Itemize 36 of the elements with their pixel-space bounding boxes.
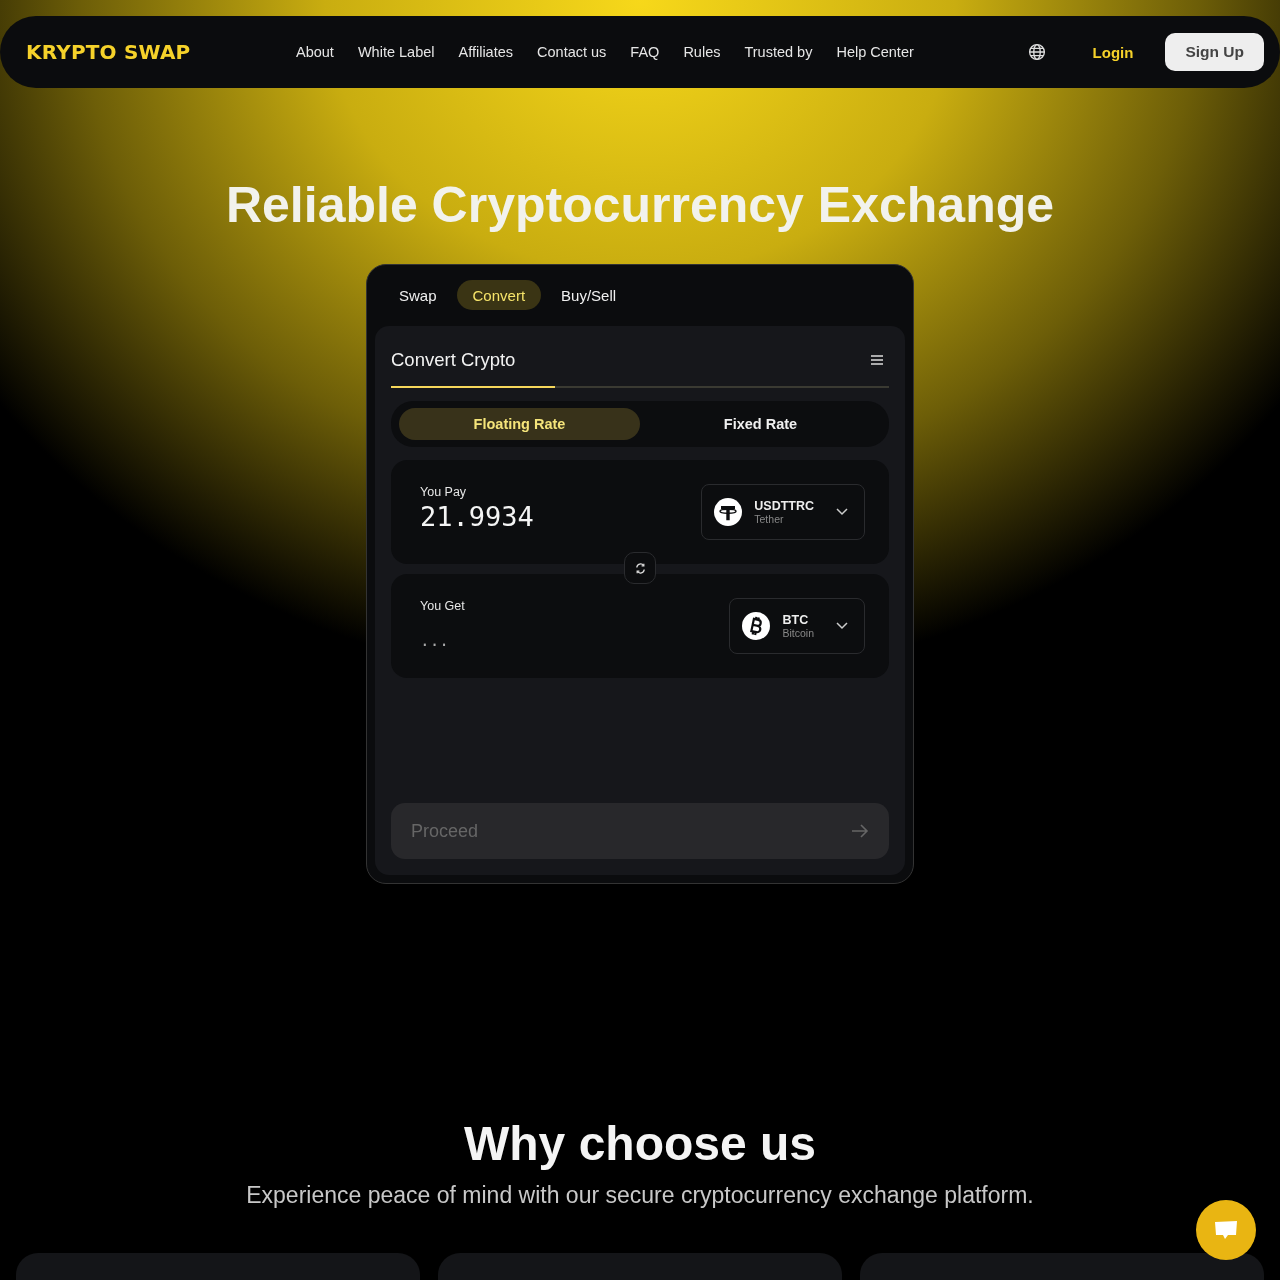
coin-selector[interactable]: USDTTRC Tether: [701, 484, 865, 540]
nav-link[interactable]: White Label: [345, 44, 447, 60]
nav-link[interactable]: About: [284, 44, 346, 60]
amount-label: You Pay: [420, 485, 468, 499]
globe-icon[interactable]: [1027, 43, 1046, 61]
menu-icon[interactable]: [871, 355, 883, 365]
bitcoin-icon: [742, 612, 771, 640]
arrow-right-icon: [851, 824, 869, 838]
rate-tab[interactable]: Fixed Rate: [640, 408, 881, 440]
login-link[interactable]: Login: [1092, 43, 1134, 61]
sign-up-button[interactable]: Sign Up: [1165, 33, 1264, 71]
coin-selector[interactable]: BTC Bitcoin: [729, 598, 865, 654]
section-title: Why choose us: [462, 1116, 818, 1172]
chat-icon: [1213, 1219, 1239, 1241]
chat-button[interactable]: [1196, 1200, 1256, 1260]
nav-link[interactable]: Trusted by: [732, 44, 825, 60]
section-subtitle: Experience peace of mind with our secure cryptocurrency exchange platform.: [245, 1182, 1035, 1209]
nav-link[interactable]: FAQ: [618, 44, 672, 60]
chevron-down-icon: [836, 622, 848, 630]
nav-link[interactable]: Rules: [671, 44, 733, 60]
nav-link[interactable]: Contact us: [525, 44, 619, 60]
widget-tab[interactable]: Buy/Sell: [545, 280, 633, 310]
amount-field[interactable]: ...: [420, 631, 465, 650]
panel-title: Convert Crypto: [391, 349, 516, 371]
nav-link[interactable]: Help Center: [824, 44, 926, 60]
rate-tab[interactable]: Floating Rate: [399, 408, 640, 440]
nav-link[interactable]: Affiliates: [446, 44, 526, 60]
amount-field[interactable]: 21.9934: [420, 501, 534, 532]
swap-direction-button[interactable]: [624, 552, 656, 584]
widget-tab[interactable]: Convert: [456, 280, 542, 310]
hero-title: Reliable Cryptocurrency Exchange: [224, 176, 1056, 234]
tether-icon: [714, 498, 743, 526]
chevron-down-icon: [836, 508, 848, 516]
amount-label: You Get: [420, 599, 465, 613]
widget-tab[interactable]: Swap: [391, 280, 453, 310]
refresh-icon: [634, 562, 646, 574]
